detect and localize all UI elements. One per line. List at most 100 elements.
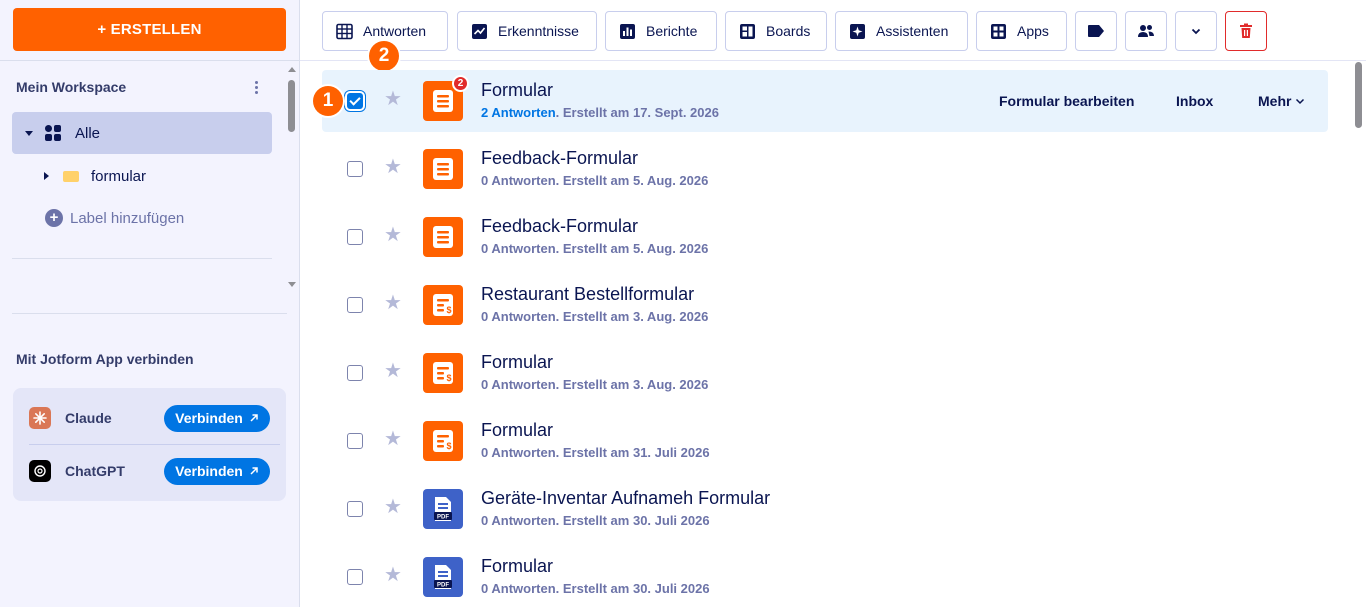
boards-label: Boards (766, 23, 811, 39)
app-row-claude: Claude Verbinden (13, 392, 286, 444)
boards-icon (738, 22, 756, 40)
label-button[interactable] (1075, 11, 1117, 51)
app-name: ChatGPT (65, 463, 125, 479)
scrollbar-thumb[interactable] (288, 80, 295, 132)
form-meta: 0 Antworten. Erstellt am 3. Aug. 2026 (481, 309, 709, 324)
external-link-icon (250, 414, 258, 422)
form-title[interactable]: Restaurant Bestellformular (481, 284, 694, 305)
assistants-button[interactable]: Assistenten (835, 11, 968, 51)
answers-count: 0 Antworten (481, 309, 556, 324)
form-meta: 0 Antworten. Erstellt am 3. Aug. 2026 (481, 377, 709, 392)
payment-form-icon: $ (423, 353, 463, 393)
form-row[interactable]: ★ Feedback-Formular 0 Antworten. Erstell… (322, 206, 1328, 268)
form-title[interactable]: Formular (481, 420, 553, 441)
form-meta: 0 Antworten. Erstellt am 31. Juli 2026 (481, 445, 710, 460)
form-title[interactable]: Formular (481, 556, 553, 577)
delete-button[interactable] (1225, 11, 1267, 51)
sidebar-item-label: Alle (75, 124, 101, 142)
form-row[interactable]: ★ $ Restaurant Bestellformular 0 Antwort… (322, 274, 1328, 336)
scroll-down-icon[interactable] (288, 282, 296, 287)
edit-form-button[interactable]: Formular bearbeiten (999, 70, 1134, 132)
scroll-up-icon[interactable] (288, 67, 296, 72)
star-icon[interactable]: ★ (384, 293, 402, 313)
reports-button[interactable]: Berichte (605, 11, 717, 51)
list-scrollbar[interactable] (1352, 62, 1364, 607)
insights-button[interactable]: Erkenntnisse (457, 11, 597, 51)
form-row[interactable]: ★ $ Formular 0 Antworten. Erstellt am 31… (322, 410, 1328, 472)
add-label-button[interactable]: + Label hinzufügen (45, 209, 184, 227)
ai-sparkle-icon (848, 22, 866, 40)
svg-text:PDF: PDF (437, 583, 449, 589)
claude-logo-icon (29, 407, 51, 429)
row-checkbox[interactable] (347, 433, 363, 449)
answers-count: 0 Antworten (481, 581, 556, 596)
form-row[interactable]: ★ Feedback-Formular 0 Antworten. Erstell… (322, 138, 1328, 200)
answers-label: Antworten (363, 23, 427, 39)
row-checkbox[interactable] (347, 229, 363, 245)
more-button[interactable]: Mehr (1258, 70, 1305, 132)
apps-label: Apps (1017, 23, 1049, 39)
pdf-form-icon: PDF (423, 489, 463, 529)
sidebar-item-label: formular (91, 167, 147, 185)
star-icon[interactable]: ★ (384, 225, 402, 245)
share-users-button[interactable] (1125, 11, 1167, 51)
row-checkbox[interactable] (347, 297, 363, 313)
star-icon[interactable]: ★ (384, 157, 402, 177)
app-row-chatgpt: ChatGPT Verbinden (13, 445, 286, 497)
connect-button-label: Verbinden (175, 463, 243, 479)
row-checkbox[interactable] (347, 365, 363, 381)
boards-button[interactable]: Boards (725, 11, 827, 51)
form-icon (423, 217, 463, 257)
svg-text:$: $ (446, 441, 451, 451)
answers-count: 0 Antworten (481, 445, 556, 460)
form-row[interactable]: ★ 2 Formular 2 Antworten. Erstellt am 17… (322, 70, 1328, 132)
sidebar-item-folder[interactable]: formular (44, 164, 146, 188)
row-checkbox[interactable] (347, 501, 363, 517)
reports-label: Berichte (646, 23, 698, 39)
create-button[interactable]: + ERSTELLEN (13, 8, 286, 51)
caret-right-icon[interactable] (44, 172, 49, 180)
caret-down-icon[interactable] (25, 130, 33, 136)
scrollbar-thumb[interactable] (1355, 62, 1362, 128)
star-icon[interactable]: ★ (384, 89, 402, 109)
form-row[interactable]: ★ $ Formular 0 Antworten. Erstellt am 3.… (322, 342, 1328, 404)
users-icon (1137, 22, 1155, 40)
form-meta: 0 Antworten. Erstellt am 30. Juli 2026 (481, 581, 710, 596)
form-title[interactable]: Formular (481, 352, 553, 373)
sidebar: + ERSTELLEN Mein Workspace Alle formular… (0, 0, 300, 607)
plus-icon: + (45, 209, 63, 227)
inbox-button[interactable]: Inbox (1176, 70, 1213, 132)
answers-count-link[interactable]: 2 Antworten (481, 105, 556, 120)
form-title[interactable]: Feedback-Formular (481, 216, 638, 237)
star-icon[interactable]: ★ (384, 497, 402, 517)
star-icon[interactable]: ★ (384, 429, 402, 449)
connect-claude-button[interactable]: Verbinden (164, 404, 270, 432)
row-checkbox[interactable] (347, 93, 363, 109)
form-list: ★ 2 Formular 2 Antworten. Erstellt am 17… (300, 62, 1350, 607)
created-date: Erstellt am 17. Sept. 2026 (562, 105, 719, 120)
created-date: Erstellt am 5. Aug. 2026 (562, 173, 709, 188)
form-title[interactable]: Geräte-Inventar Aufnameh Formular (481, 488, 770, 509)
table-icon (335, 22, 353, 40)
form-row[interactable]: ★ PDF Geräte-Inventar Aufnameh Formular … (322, 478, 1328, 540)
row-checkbox[interactable] (347, 161, 363, 177)
star-icon[interactable]: ★ (384, 565, 402, 585)
star-icon[interactable]: ★ (384, 361, 402, 381)
apps-button[interactable]: Apps (976, 11, 1067, 51)
sidebar-item-all[interactable]: Alle (12, 112, 272, 154)
row-checkbox[interactable] (347, 569, 363, 585)
more-actions-dropdown[interactable] (1175, 11, 1217, 51)
form-title[interactable]: Formular (481, 80, 553, 101)
divider (12, 313, 287, 314)
divider (12, 258, 272, 259)
connect-chatgpt-button[interactable]: Verbinden (164, 457, 270, 485)
tag-icon (1087, 22, 1105, 40)
workspace-menu-icon[interactable] (247, 78, 265, 96)
form-title[interactable]: Feedback-Formular (481, 148, 638, 169)
created-date: Erstellt am 31. Juli 2026 (562, 445, 710, 460)
svg-text:$: $ (446, 305, 451, 315)
sidebar-scrollbar[interactable] (286, 64, 298, 292)
form-row[interactable]: ★ PDF Formular 0 Antworten. Erstellt am … (322, 546, 1328, 607)
all-forms-icon (45, 125, 61, 141)
chevron-down-icon (1296, 98, 1305, 104)
